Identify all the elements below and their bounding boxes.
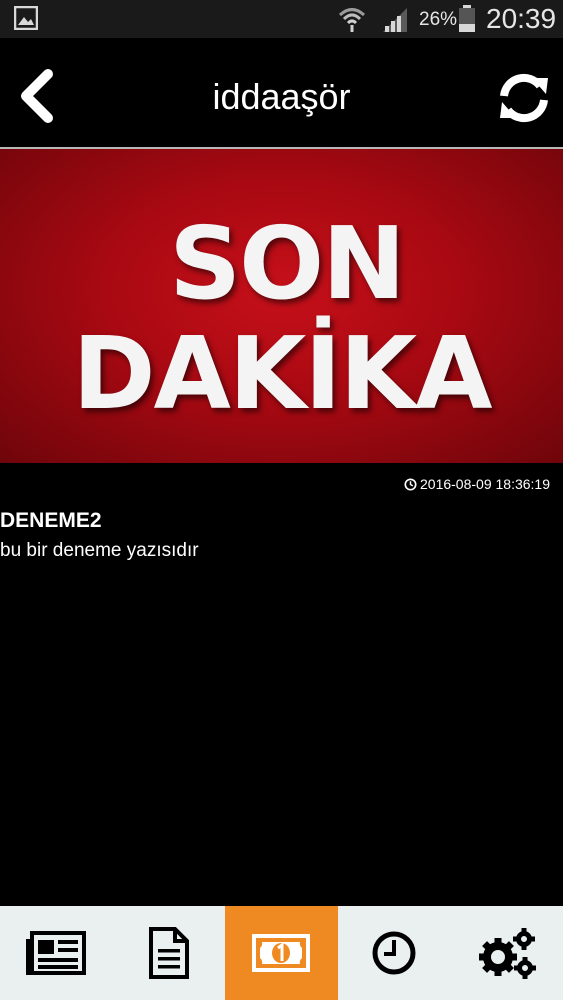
status-bar: 26% 20:39 [0, 0, 563, 38]
banner-line-1: SON [169, 205, 406, 322]
app-header: iddaaşör [0, 38, 563, 149]
banner-line-2: DAKİKA [72, 315, 493, 432]
page-title: iddaaşör [212, 76, 351, 117]
wifi-icon [338, 8, 366, 32]
gallery-icon [14, 6, 38, 30]
money-icon [252, 934, 311, 972]
clock-icon [372, 931, 416, 975]
nav-item-history[interactable] [338, 906, 451, 1000]
document-icon [148, 927, 189, 979]
timestamp-text: 2016-08-09 18:36:19 [420, 476, 550, 492]
article-timestamp: 2016-08-09 18:36:19 [404, 476, 550, 492]
nav-item-settings[interactable] [450, 906, 563, 1000]
newspaper-icon [26, 931, 87, 975]
article-body: bu bir deneme yazısıdır [0, 540, 199, 561]
signal-icon [383, 8, 407, 32]
nav-item-money[interactable] [225, 906, 338, 1000]
article-title: DENEME2 [0, 509, 102, 532]
settings-gears-icon [478, 928, 536, 979]
refresh-button[interactable] [496, 70, 552, 126]
nav-item-documents[interactable] [113, 906, 226, 1000]
bottom-navigation [0, 906, 563, 1000]
nav-item-news[interactable] [0, 906, 113, 1000]
battery-percent: 26% [419, 9, 458, 30]
battery-icon [459, 5, 475, 32]
news-banner-image: SON DAKİKA [0, 149, 563, 463]
status-time: 20:39 [486, 3, 557, 34]
clock-icon [404, 477, 417, 491]
